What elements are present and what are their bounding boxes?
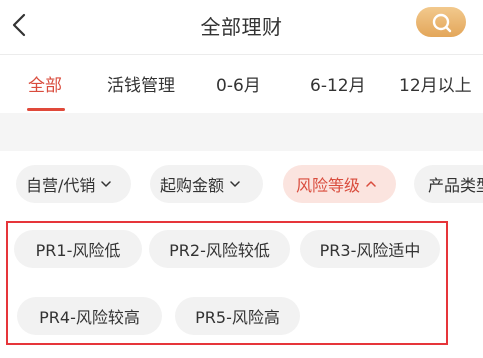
tab-all[interactable]: 全部 (28, 71, 62, 96)
filter-label: 产品类型 (428, 176, 483, 195)
filter-label: 自营/代销 (26, 176, 96, 195)
section-divider (0, 113, 483, 151)
header: 全部理财 (0, 0, 483, 55)
risk-option-pr1[interactable]: PR1-风险低 (14, 230, 142, 268)
chevron-down-icon (101, 181, 112, 187)
tab-12-plus-months[interactable]: 12月以上 (399, 71, 472, 96)
tab-cash-management[interactable]: 活钱管理 (107, 71, 175, 96)
filter-min-purchase[interactable]: 起购金额 (150, 165, 263, 203)
search-button[interactable] (416, 7, 466, 37)
chevron-down-icon (230, 181, 240, 187)
filter-risk-level[interactable]: 风险等级 (283, 165, 396, 203)
page: 全部理财 全部 活钱管理 0-6月 6-12月 12月以上 自营/代销 起购金额 (0, 0, 483, 358)
filter-product-type[interactable]: 产品类型 (414, 165, 483, 203)
chevron-up-icon (366, 181, 376, 187)
tab-0-6-months[interactable]: 0-6月 (216, 71, 261, 96)
risk-option-pr3[interactable]: PR3-风险适中 (300, 230, 440, 268)
risk-options-panel: PR1-风险低 PR2-风险较低 PR3-风险适中 PR4-风险较高 PR5-风… (6, 221, 448, 345)
risk-option-pr5[interactable]: PR5-风险高 (175, 297, 300, 335)
tab-6-12-months[interactable]: 6-12月 (310, 71, 366, 96)
search-icon (432, 13, 452, 33)
risk-option-pr2[interactable]: PR2-风险较低 (149, 230, 290, 268)
category-tabs: 全部 活钱管理 0-6月 6-12月 12月以上 (0, 55, 483, 113)
filter-bar: 自营/代销 起购金额 风险等级 产品类型 (0, 151, 483, 217)
page-title: 全部理财 (200, 15, 283, 39)
filter-self-operated[interactable]: 自营/代销 (16, 165, 131, 203)
filter-label: 起购金额 (160, 176, 225, 195)
active-tab-indicator (27, 108, 65, 111)
risk-option-pr4[interactable]: PR4-风险较高 (17, 297, 162, 335)
filter-label: 风险等级 (296, 176, 361, 195)
